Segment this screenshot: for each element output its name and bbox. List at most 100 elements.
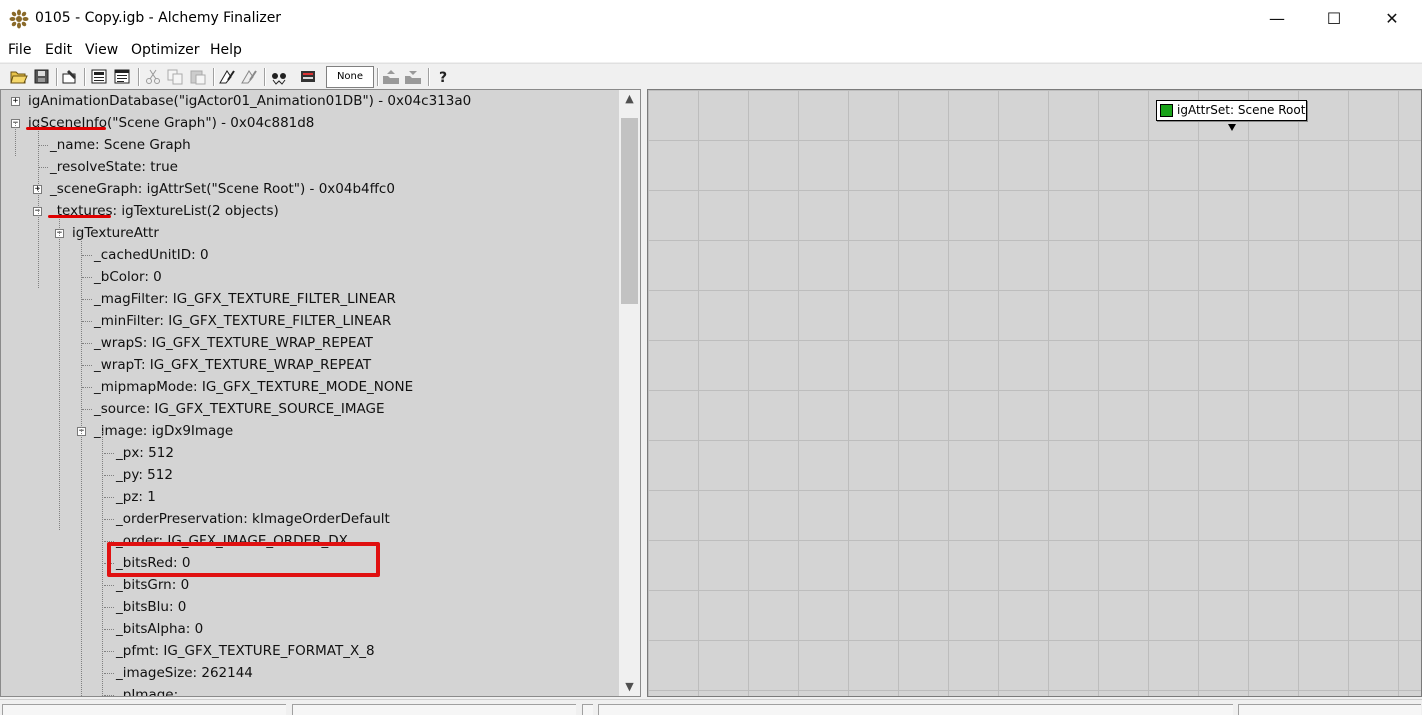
tree-connector-line xyxy=(15,123,16,156)
tree-node-label[interactable]: _resolveState: true xyxy=(50,156,178,178)
toolbar: None ? xyxy=(0,63,1422,89)
up-icon[interactable] xyxy=(382,68,400,85)
menu-edit[interactable]: Edit xyxy=(45,42,72,58)
tree-connector-line xyxy=(104,629,114,630)
scene-graph-view[interactable]: igAttrSet: Scene Root xyxy=(647,89,1422,697)
tree-node-label[interactable]: igTextureAttr xyxy=(72,222,159,244)
tree-node-label[interactable]: _name: Scene Graph xyxy=(50,134,191,156)
tree-connector-line xyxy=(82,321,92,322)
tree-connector-line xyxy=(104,497,114,498)
scrollbar-thumb[interactable] xyxy=(621,118,638,304)
tree-node-label[interactable]: _px: 512 xyxy=(116,442,174,464)
tree-node-label[interactable]: _image: igDx9Image xyxy=(94,420,233,442)
tree-node-label[interactable]: _sceneGraph: igAttrSet("Scene Root") - 0… xyxy=(50,178,395,200)
red-box-annotation xyxy=(107,542,380,577)
tree-node-label[interactable]: _imageSize: 262144 xyxy=(116,662,253,684)
tree-node-label[interactable]: _bitsAlpha: 0 xyxy=(116,618,203,640)
tree-connector-line xyxy=(82,409,92,410)
tree-connector-line xyxy=(82,277,92,278)
tree-node-label[interactable]: _minFilter: IG_GFX_TEXTURE_FILTER_LINEAR xyxy=(94,310,391,332)
close-button[interactable]: ✕ xyxy=(1363,0,1421,38)
minimize-button[interactable]: — xyxy=(1248,0,1306,38)
tree-connector-line xyxy=(82,365,92,366)
tree-node-label[interactable]: _bitsGrn: 0 xyxy=(116,574,189,596)
object-tree[interactable]: igAnimationDatabase("igActor01_Animation… xyxy=(1,90,618,696)
menu-view[interactable]: View xyxy=(85,42,118,58)
scroll-down-arrow-icon[interactable]: ▼ xyxy=(619,678,640,696)
tree-node-label[interactable]: _wrapS: IG_GFX_TEXTURE_WRAP_REPEAT xyxy=(94,332,373,354)
tree-node-label[interactable]: _wrapT: IG_GFX_TEXTURE_WRAP_REPEAT xyxy=(94,354,371,376)
tree-node-label[interactable]: _pfmt: IG_GFX_TEXTURE_FORMAT_X_8 xyxy=(116,640,375,662)
tree-node-label[interactable]: _bColor: 0 xyxy=(94,266,162,288)
red-underline-annotation xyxy=(48,215,111,218)
optimize-icon[interactable] xyxy=(218,68,236,85)
status-pane xyxy=(292,704,576,715)
tree-node-label[interactable]: _bitsBlu: 0 xyxy=(116,596,186,618)
tree-expand-icon[interactable]: + xyxy=(11,97,20,106)
tree-node-label[interactable]: igAnimationDatabase("igActor01_Animation… xyxy=(28,90,471,112)
toolbar-separator xyxy=(56,68,58,86)
scroll-up-arrow-icon[interactable]: ▲ xyxy=(619,90,640,108)
optimize-all-icon[interactable] xyxy=(240,68,258,85)
tree-connector-line xyxy=(38,145,48,146)
alchemy-app-icon xyxy=(9,9,29,29)
tree-connector-line xyxy=(104,453,114,454)
menu-bar: File Edit View Optimizer Help xyxy=(0,38,1422,62)
open-icon[interactable] xyxy=(10,68,28,85)
tree-node-label[interactable]: _textures: igTextureList(2 objects) xyxy=(50,200,279,222)
tree-node-label[interactable]: _magFilter: IG_GFX_TEXTURE_FILTER_LINEAR xyxy=(94,288,396,310)
menu-optimizer[interactable]: Optimizer xyxy=(131,42,200,58)
tree-node-label[interactable]: _pImage: xyxy=(116,684,178,696)
save-icon[interactable] xyxy=(33,68,51,85)
view-icon[interactable] xyxy=(270,68,288,85)
status-pane xyxy=(598,704,1233,715)
tree-connector-line xyxy=(82,387,92,388)
svg-text:?: ? xyxy=(439,70,447,85)
tree-connector-line xyxy=(82,299,92,300)
tree-connector-line xyxy=(104,519,114,520)
tree-node-label[interactable]: igSceneInfo("Scene Graph") - 0x04c881d8 xyxy=(28,112,314,134)
tree-node-label[interactable]: _source: IG_GFX_TEXTURE_SOURCE_IMAGE xyxy=(94,398,385,420)
tree-node-label[interactable]: _orderPreservation: kImageOrderDefault xyxy=(116,508,390,530)
tree-node-label[interactable]: _mipmapMode: IG_GFX_TEXTURE_MODE_NONE xyxy=(94,376,413,398)
down-icon[interactable] xyxy=(404,68,422,85)
toolbar-separator xyxy=(264,68,266,86)
toolbar-separator xyxy=(428,68,430,86)
title-bar: 0105 - Copy.igb - Alchemy Finalizer — ☐ … xyxy=(0,0,1422,38)
render-icon[interactable] xyxy=(299,68,317,85)
maximize-button[interactable]: ☐ xyxy=(1305,0,1363,38)
tree-connector-line xyxy=(38,123,39,288)
toolbar-separator xyxy=(213,68,215,86)
status-pane xyxy=(1238,704,1421,715)
report-icon[interactable] xyxy=(113,68,131,85)
tree-node-label[interactable]: _cachedUnitID: 0 xyxy=(94,244,209,266)
tree-connector-line xyxy=(82,255,92,256)
help-icon[interactable]: ? xyxy=(434,68,452,86)
menu-file[interactable]: File xyxy=(8,42,31,58)
window-title: 0105 - Copy.igb - Alchemy Finalizer xyxy=(35,10,282,26)
tree-connector-line xyxy=(81,233,82,696)
tree-node-label[interactable]: _py: 512 xyxy=(116,464,173,486)
tree-connector-line xyxy=(82,343,92,344)
tree-node-label[interactable]: _pz: 1 xyxy=(116,486,156,508)
copy-icon[interactable] xyxy=(166,68,184,85)
properties-icon[interactable] xyxy=(61,68,79,85)
paste-icon[interactable] xyxy=(189,68,207,85)
status-bar xyxy=(0,699,1422,715)
object-tree-panel[interactable]: igAnimationDatabase("igActor01_Animation… xyxy=(0,89,641,697)
tree-connector-line xyxy=(59,211,60,530)
texture-format-dropdown[interactable]: None xyxy=(326,66,374,88)
attrset-node-icon xyxy=(1160,104,1173,117)
red-underline-annotation xyxy=(26,127,106,130)
node-expand-arrow-icon[interactable] xyxy=(1228,124,1236,131)
toolbar-separator xyxy=(138,68,140,86)
cut-icon[interactable] xyxy=(144,68,162,85)
tree-connector-line xyxy=(38,167,48,168)
menu-help[interactable]: Help xyxy=(210,42,242,58)
tree-vertical-scrollbar[interactable]: ▲ ▼ xyxy=(619,90,640,696)
tree-connector-line xyxy=(104,607,114,608)
stats-icon[interactable] xyxy=(90,68,108,85)
scene-graph-node[interactable]: igAttrSet: Scene Root xyxy=(1156,100,1307,121)
toolbar-separator xyxy=(377,68,379,86)
tree-connector-line xyxy=(104,673,114,674)
